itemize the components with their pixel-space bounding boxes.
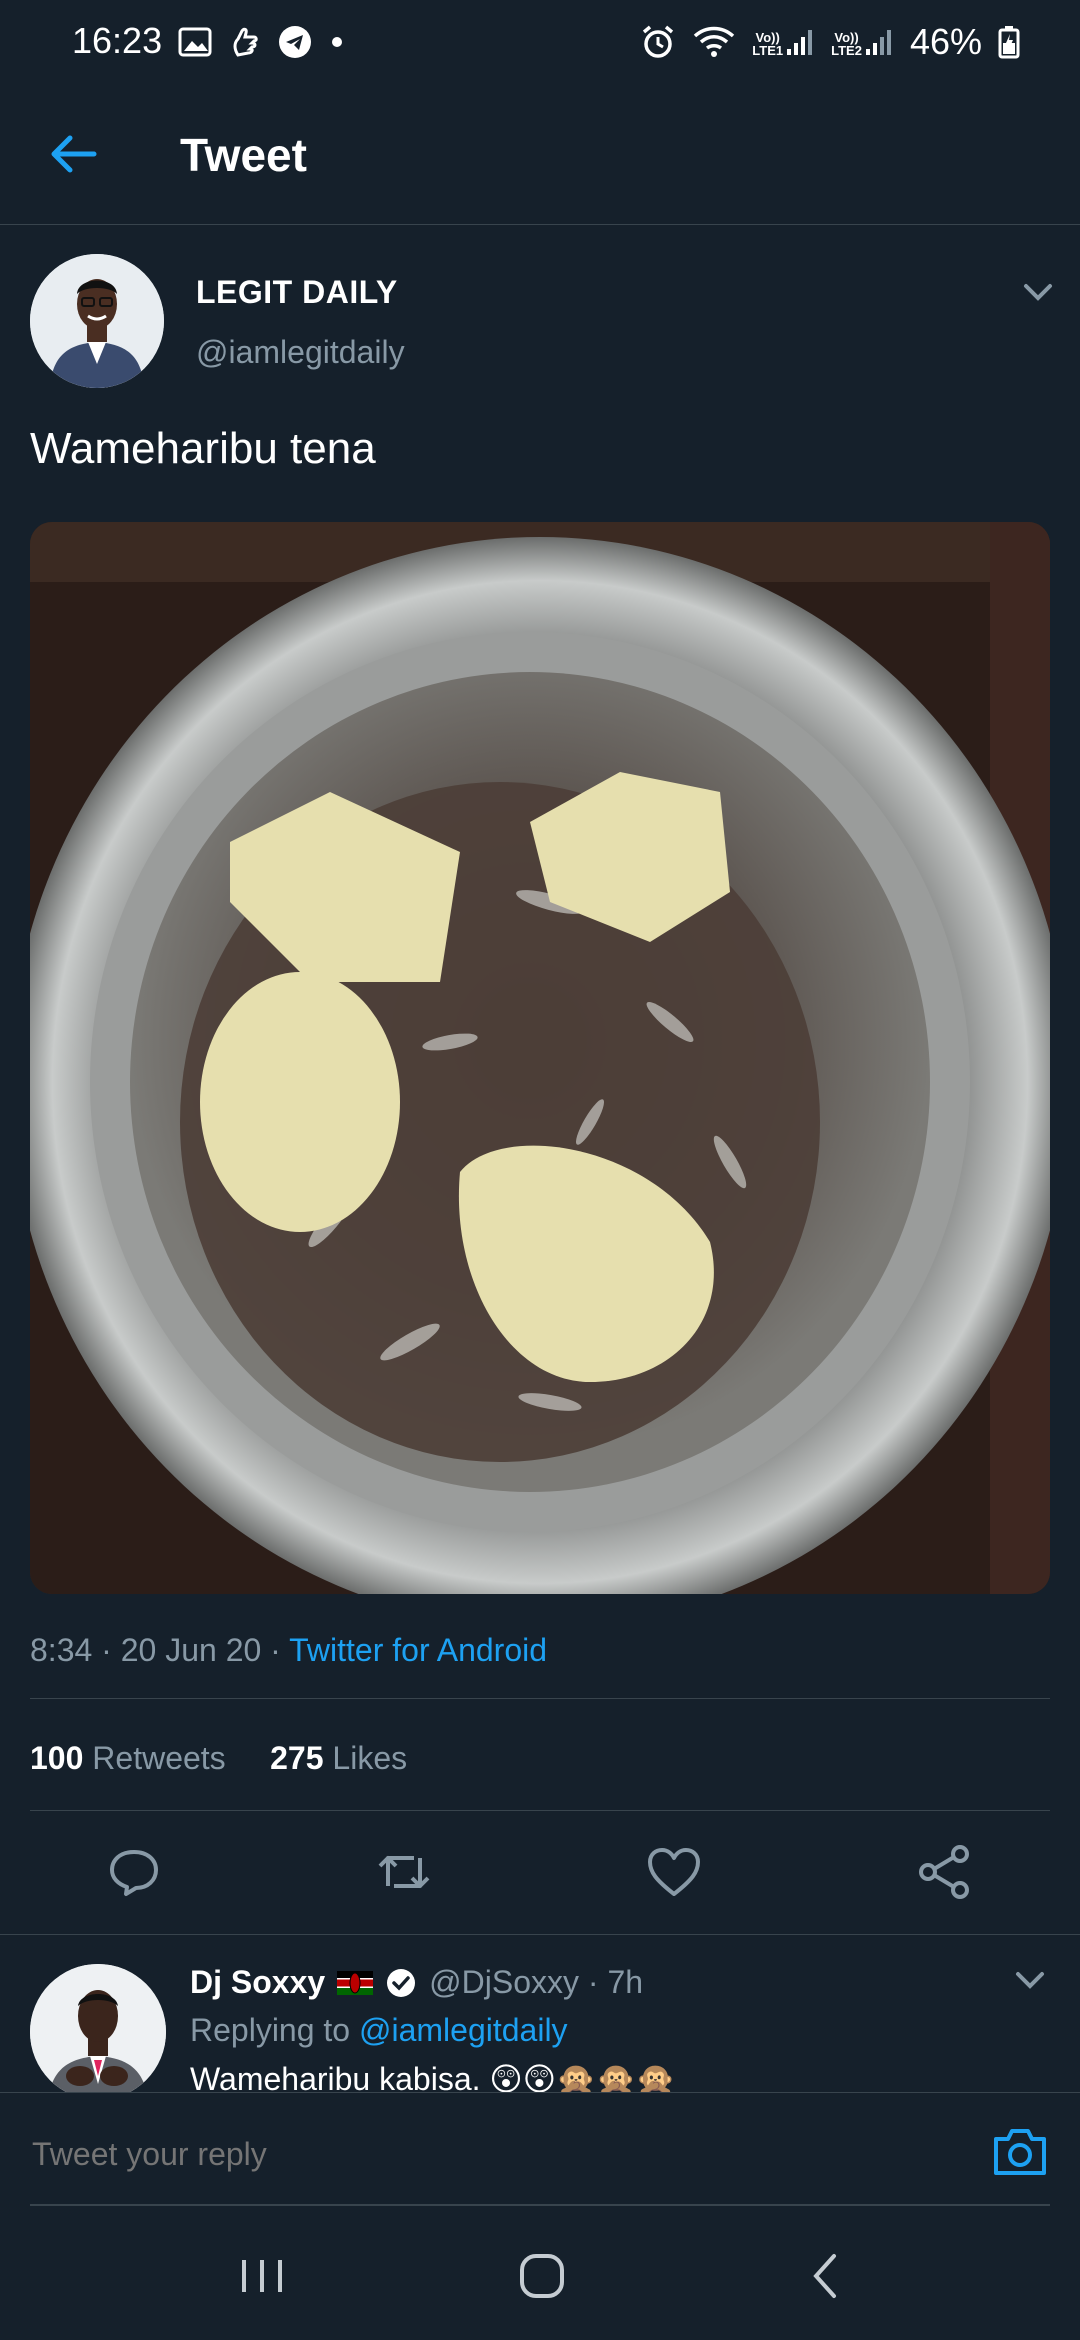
retweets-stat[interactable]: 100 Retweets	[30, 1740, 226, 1776]
pot-food-image	[30, 522, 1050, 1594]
share-button[interactable]	[914, 1842, 974, 1902]
divider	[0, 1934, 1080, 1935]
system-nav-bar	[0, 2216, 1080, 2340]
lte1-indicator: Vo)) LTE1	[752, 27, 815, 57]
divider	[30, 1698, 1050, 1699]
reply-author-avatar[interactable]	[30, 1964, 166, 2100]
reply-header: Dj Soxxy @DjSoxxy · 7h	[190, 1964, 643, 2001]
camera-icon	[994, 2129, 1046, 2175]
recent-apps-button[interactable]	[222, 2246, 302, 2306]
chevron-down-icon	[1024, 284, 1052, 301]
status-time: 16:23	[72, 20, 163, 61]
back-chevron-icon	[813, 2254, 836, 2298]
divider	[30, 1810, 1050, 1811]
status-system-icons: Vo)) LTE1 Vo)) LTE2 46%	[640, 18, 1020, 66]
recent-apps-icon	[242, 2260, 282, 2292]
status-notification-icons	[178, 22, 344, 62]
telegram-icon	[279, 26, 311, 58]
reply-author-handle[interactable]: @DjSoxxy · 7h	[429, 1964, 643, 2001]
tweet-source-link[interactable]: Twitter for Android	[289, 1632, 547, 1668]
lte2-indicator: Vo)) LTE2	[831, 27, 894, 57]
reply-icon	[110, 1850, 158, 1896]
tweet-menu-button[interactable]	[1018, 276, 1058, 306]
chevron-down-icon	[1016, 1972, 1044, 1989]
person-avatar-image	[30, 1964, 166, 2100]
signal-2-icon	[865, 30, 891, 55]
reply-menu-button[interactable]	[1010, 1964, 1050, 1994]
wifi-icon	[694, 26, 735, 57]
author-handle[interactable]: @iamlegitdaily	[196, 334, 405, 371]
alarm-icon	[643, 25, 674, 58]
status-bar: 16:23 Vo)) LTE1 Vo)) LTE2 46%	[0, 0, 1080, 84]
reply-input[interactable]	[30, 2129, 974, 2179]
reply-composer	[0, 2092, 1080, 2213]
gallery-icon	[178, 27, 212, 57]
dot-icon	[332, 37, 342, 47]
back-nav-button[interactable]	[786, 2246, 866, 2306]
share-icon	[919, 1845, 969, 1899]
replying-to: Replying to @iamlegitdaily	[190, 2012, 568, 2048]
author-name[interactable]: LEGIT DAILY	[196, 274, 398, 311]
replying-to-link[interactable]: @iamlegitdaily	[359, 2012, 568, 2048]
verified-icon	[387, 1968, 416, 1997]
tweet-photo[interactable]	[30, 522, 1050, 1594]
back-arrow-icon	[51, 135, 97, 173]
battery-percent: 46%	[909, 21, 982, 62]
app-header: Tweet	[0, 84, 1080, 225]
retweet-button[interactable]	[374, 1842, 434, 1902]
kenya-flag-icon	[337, 1970, 374, 1995]
tweet-stats: 100 Retweets 275 Likes	[30, 1740, 407, 1777]
back-button[interactable]	[44, 124, 104, 184]
page-title: Tweet	[180, 129, 307, 181]
home-button[interactable]	[502, 2246, 582, 2306]
battery-icon	[998, 26, 1020, 59]
hand-icon	[233, 27, 258, 57]
divider	[30, 2204, 1050, 2206]
reply-author-name[interactable]: Dj Soxxy	[190, 1964, 325, 2001]
retweet-icon	[378, 1856, 430, 1888]
like-icon	[648, 1848, 700, 1896]
tweet-timestamp: 8:34 · 20 Jun 20 ·	[30, 1632, 290, 1668]
home-icon	[520, 2254, 564, 2298]
author-avatar[interactable]	[30, 254, 164, 388]
tweet-meta: 8:34 · 20 Jun 20 · Twitter for Android	[30, 1632, 547, 1669]
reply-button[interactable]	[104, 1842, 164, 1902]
signal-1-icon	[787, 30, 813, 55]
person-avatar-image	[30, 254, 164, 388]
likes-stat[interactable]: 275 Likes	[270, 1740, 407, 1776]
tweet-text: Wameharibu tena	[30, 424, 376, 473]
like-button[interactable]	[644, 1842, 704, 1902]
camera-button[interactable]	[990, 2123, 1050, 2179]
